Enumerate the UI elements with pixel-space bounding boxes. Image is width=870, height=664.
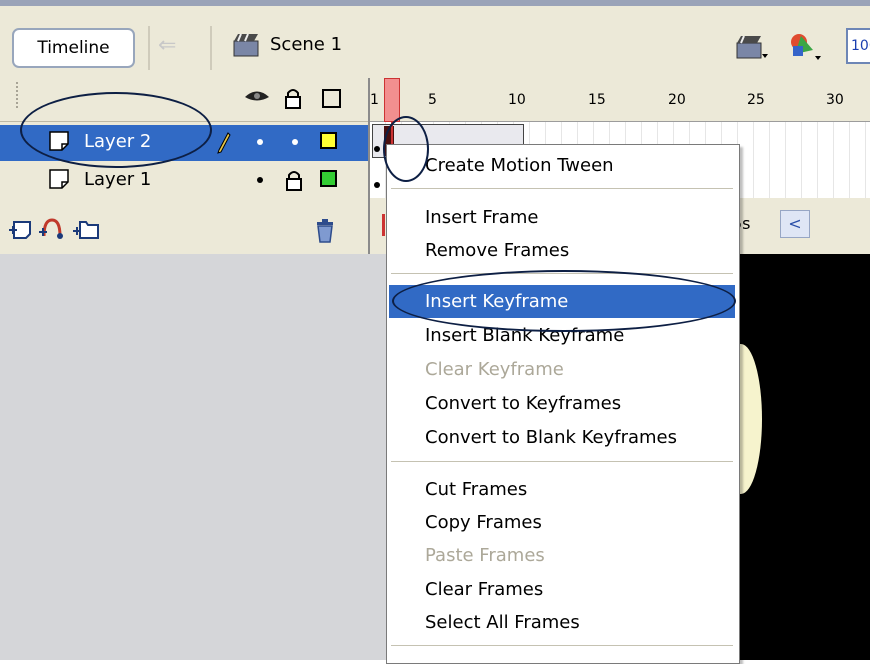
add-layer-icon[interactable] (8, 216, 34, 242)
scroll-left-icon[interactable]: < (780, 210, 810, 238)
ruler-tick-label: 20 (668, 92, 686, 108)
menu-separator (391, 461, 733, 462)
context-menu: Create Motion Tween Insert Frame Remove … (386, 144, 740, 664)
menu-item-clear-keyframe[interactable]: Clear Keyframe (389, 353, 735, 386)
menu-item-cut-frames[interactable]: Cut Frames (389, 473, 735, 506)
eye-icon[interactable] (244, 88, 270, 106)
ruler-tick-label: 30 (826, 92, 844, 108)
edit-symbol-icon[interactable] (787, 30, 823, 64)
menu-item-convert-to-blank-keyframes[interactable]: Convert to Blank Keyframes (389, 421, 735, 454)
layer-icon (48, 168, 70, 190)
layer-row-layer-1[interactable]: Layer 1 (0, 163, 368, 199)
annotation-ellipse-menu (392, 270, 736, 332)
layer-name: Layer 1 (84, 169, 152, 190)
layer-footer (0, 208, 368, 254)
menu-item-copy-frames[interactable]: Copy Frames (389, 506, 735, 539)
menu-item-convert-to-keyframes[interactable]: Convert to Keyframes (389, 387, 735, 420)
frame-ruler[interactable]: 1 5 10 15 20 25 30 (370, 78, 870, 122)
timeline-button[interactable]: Timeline (12, 28, 135, 68)
menu-item-remove-frames[interactable]: Remove Frames (389, 234, 735, 267)
menu-separator (391, 188, 733, 189)
menu-item-insert-frame[interactable]: Insert Frame (389, 201, 735, 234)
layer-outline-color[interactable] (320, 170, 337, 187)
center-frame-icon[interactable] (382, 214, 385, 236)
add-folder-icon[interactable] (72, 216, 100, 242)
annotation-ellipse-frame (383, 116, 429, 182)
outline-icon[interactable] (322, 89, 341, 108)
keyframe-dot[interactable] (374, 182, 380, 188)
back-arrow-icon[interactable]: ⇐ (158, 34, 186, 58)
lock-dot[interactable] (292, 139, 298, 145)
toolbar-divider (148, 26, 150, 70)
edit-scene-icon[interactable] (735, 32, 769, 62)
add-motion-guide-icon[interactable] (38, 216, 66, 242)
menu-item-select-all-frames[interactable]: Select All Frames (389, 606, 735, 639)
lock-icon[interactable] (284, 87, 302, 109)
delete-layer-icon[interactable] (314, 218, 336, 244)
ruler-tick-label: 10 (508, 92, 526, 108)
ruler-tick-label: 1 (370, 92, 379, 108)
lock-icon[interactable] (285, 168, 303, 192)
pencil-icon (216, 131, 232, 155)
timeline-toolbar: Timeline ⇐ Scene 1 100% (0, 0, 870, 78)
keyframe-dot[interactable] (374, 146, 380, 152)
menu-item-create-motion-tween[interactable]: Create Motion Tween (389, 149, 735, 182)
visibility-dot[interactable] (257, 139, 263, 145)
scene-label[interactable]: Scene 1 (270, 34, 342, 55)
menu-separator (391, 645, 733, 646)
stage[interactable] (740, 254, 870, 660)
menu-item-clear-frames[interactable]: Clear Frames (389, 573, 735, 606)
layer-outline-color[interactable] (320, 132, 337, 149)
ruler-tick-label: 25 (747, 92, 765, 108)
annotation-ellipse-layer (20, 92, 212, 168)
clapperboard-icon (232, 32, 260, 58)
zoom-field[interactable]: 100% (846, 28, 870, 64)
panel-grip[interactable] (16, 82, 24, 108)
visibility-dot[interactable] (257, 177, 263, 183)
menu-item-paste-frames[interactable]: Paste Frames (389, 539, 735, 572)
playhead[interactable] (384, 78, 400, 122)
ruler-tick-label: 5 (428, 92, 437, 108)
ruler-tick-label: 15 (588, 92, 606, 108)
toolbar-divider (210, 26, 212, 70)
